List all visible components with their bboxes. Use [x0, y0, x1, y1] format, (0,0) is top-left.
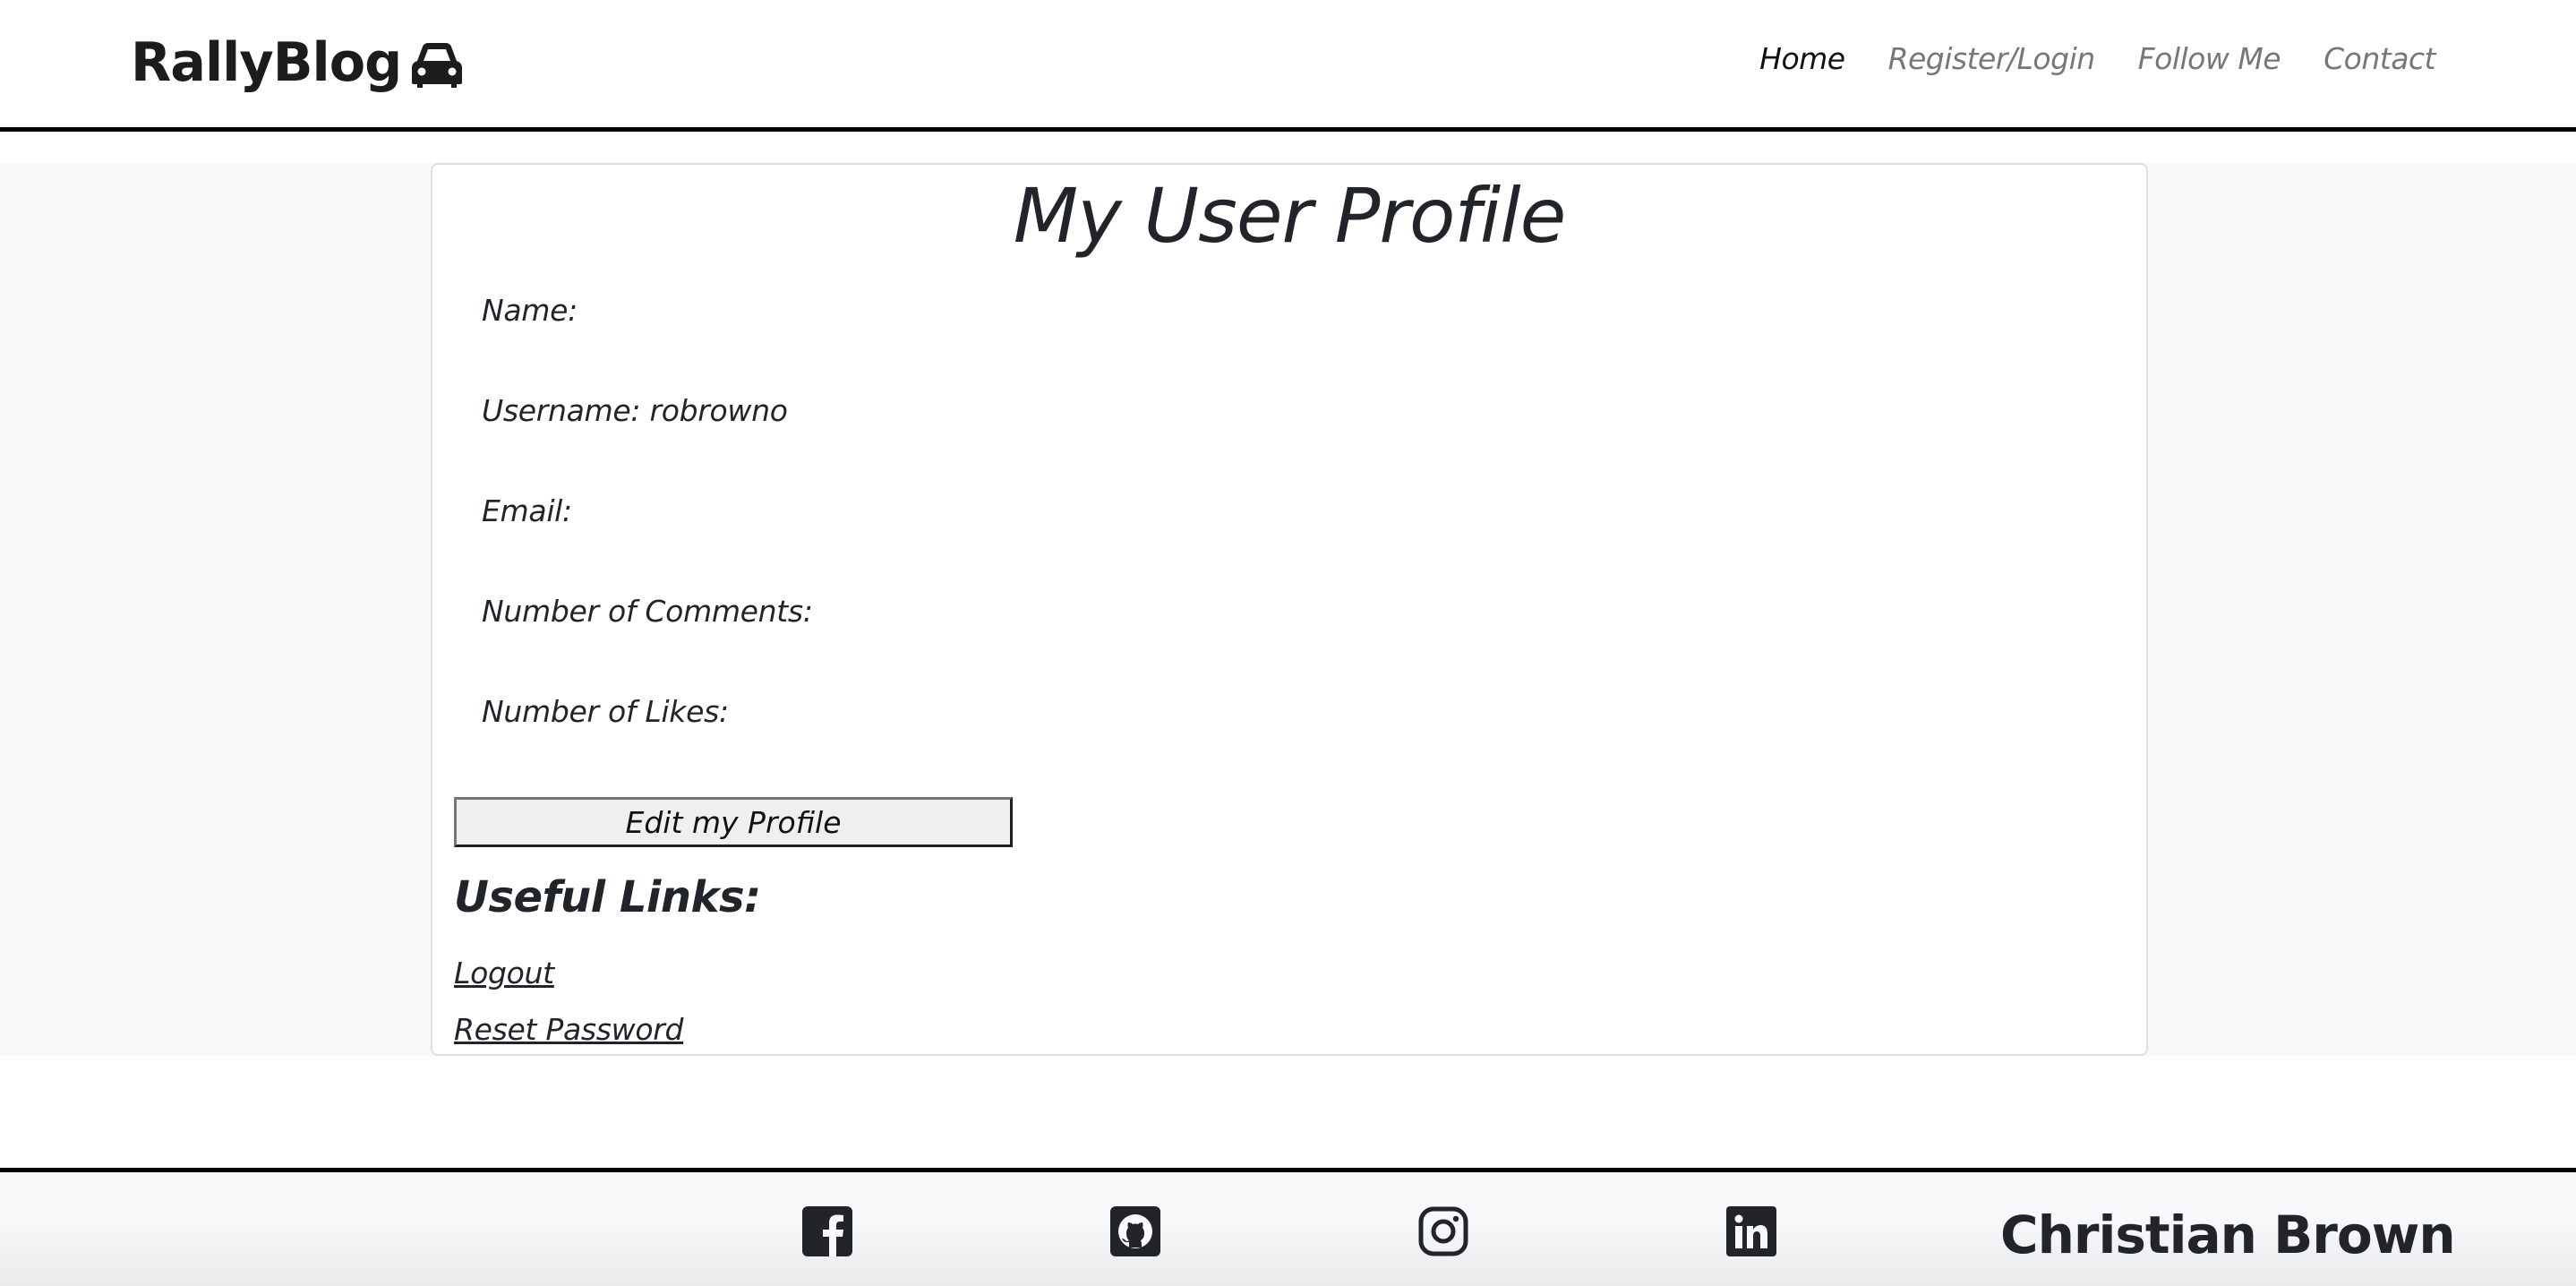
reset-password-link[interactable]: Reset Password — [454, 1012, 683, 1047]
linkedin-icon — [1726, 1206, 1776, 1256]
field-name: Name: — [482, 293, 578, 328]
field-likes-label: Number of Likes: — [482, 694, 729, 729]
field-comments-label: Number of Comments: — [482, 594, 813, 629]
field-email: Email: — [482, 493, 572, 528]
instagram-icon — [1418, 1206, 1468, 1256]
nav-home[interactable]: Home — [1759, 41, 1845, 76]
profile-card: My User Profile Name: Username: robrowno… — [431, 163, 2148, 1056]
logout-link[interactable]: Logout — [454, 956, 554, 990]
field-comments: Number of Comments: — [482, 594, 813, 629]
nav-register-login[interactable]: Register/Login — [1888, 41, 2096, 76]
page-title: My User Profile — [1013, 172, 1567, 260]
brand-logo[interactable]: RallyBlog — [131, 31, 463, 94]
brand-name: RallyBlog — [131, 31, 402, 94]
field-name-label: Name: — [482, 293, 578, 328]
facebook-icon — [802, 1206, 852, 1256]
edit-profile-button[interactable]: Edit my Profile — [454, 797, 1013, 847]
nav-follow-me[interactable]: Follow Me — [2138, 41, 2281, 76]
author-name: Christian Brown — [2000, 1205, 2456, 1265]
github-link[interactable] — [1110, 1206, 1160, 1256]
main-nav: Home Register/Login Follow Me Contact — [1759, 41, 2435, 76]
nav-contact[interactable]: Contact — [2324, 41, 2435, 76]
field-username: Username: robrowno — [482, 393, 788, 428]
useful-links-heading: Useful Links: — [454, 872, 761, 922]
linkedin-link[interactable] — [1726, 1206, 1776, 1256]
field-username-label: Username: — [482, 393, 641, 428]
car-icon — [412, 43, 463, 88]
field-username-value: robrowno — [649, 393, 788, 428]
site-header: RallyBlog Home Register/Login Follow Me … — [0, 0, 2576, 132]
field-likes: Number of Likes: — [482, 694, 729, 729]
instagram-link[interactable] — [1418, 1206, 1468, 1256]
site-footer: Christian Brown — [0, 1168, 2576, 1286]
field-email-label: Email: — [482, 493, 572, 528]
github-icon — [1110, 1206, 1160, 1256]
facebook-link[interactable] — [802, 1206, 852, 1256]
